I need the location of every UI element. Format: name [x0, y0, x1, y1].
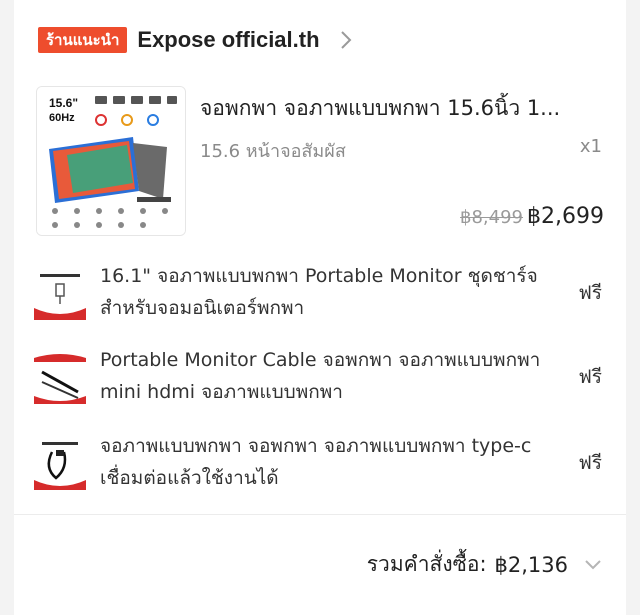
usb-c-cable-icon	[34, 438, 86, 490]
chevron-right-icon[interactable]	[340, 30, 356, 50]
chevron-down-icon[interactable]	[584, 558, 604, 572]
shop-name[interactable]: Expose official.th	[137, 27, 319, 53]
gift-price-free: ฟรี	[578, 282, 602, 304]
original-price: ฿8,499	[460, 207, 524, 228]
hdmi-cable-icon	[34, 352, 86, 404]
thumb-rate-label: 60Hz	[49, 112, 75, 124]
product-title[interactable]: จอพกพา จอภาพแบบพกพา 15.6นิ้ว 1...	[200, 92, 610, 125]
order-card: ร้านแนะนำ Expose official.th 15.6" 60Hz	[14, 0, 626, 615]
gift-item[interactable]: 16.1" จอภาพแบบพกพา Portable Monitor ชุดช…	[14, 260, 626, 330]
shop-header[interactable]: ร้านแนะนำ Expose official.th	[38, 22, 356, 58]
product-thumbnail[interactable]: 15.6" 60Hz	[36, 86, 186, 236]
gift-item[interactable]: จอภาพแบบพกพา จอพกพา จอภาพแบบพกพา type-c …	[14, 430, 626, 500]
order-total-row[interactable]: รวมคำสั่งซื้อ: ฿2,136	[367, 548, 604, 581]
divider	[14, 514, 626, 515]
price-row: ฿8,499 ฿2,699	[460, 204, 604, 229]
thumb-size-label: 15.6"	[49, 96, 78, 110]
sale-price: ฿2,699	[527, 204, 604, 229]
recommended-shop-badge: ร้านแนะนำ	[38, 27, 128, 53]
product-variant: 15.6 หน้าจอสัมผัส	[200, 141, 346, 162]
gift-price-free: ฟรี	[578, 452, 602, 474]
product-quantity: x1	[579, 136, 602, 157]
gift-price-free: ฟรี	[578, 366, 602, 388]
gift-title: จอภาพแบบพกพา จอพกพา จอภาพแบบพกพา type-c …	[100, 435, 532, 489]
order-total-value: ฿2,136	[494, 552, 568, 577]
charger-icon	[34, 268, 86, 320]
gift-title: Portable Monitor Cable จอพกพา จอภาพแบบพก…	[100, 349, 541, 403]
order-total-label: รวมคำสั่งซื้อ:	[366, 552, 487, 576]
gift-title: 16.1" จอภาพแบบพกพา Portable Monitor ชุดช…	[100, 265, 538, 319]
gift-item[interactable]: Portable Monitor Cable จอพกพา จอภาพแบบพก…	[14, 344, 626, 414]
